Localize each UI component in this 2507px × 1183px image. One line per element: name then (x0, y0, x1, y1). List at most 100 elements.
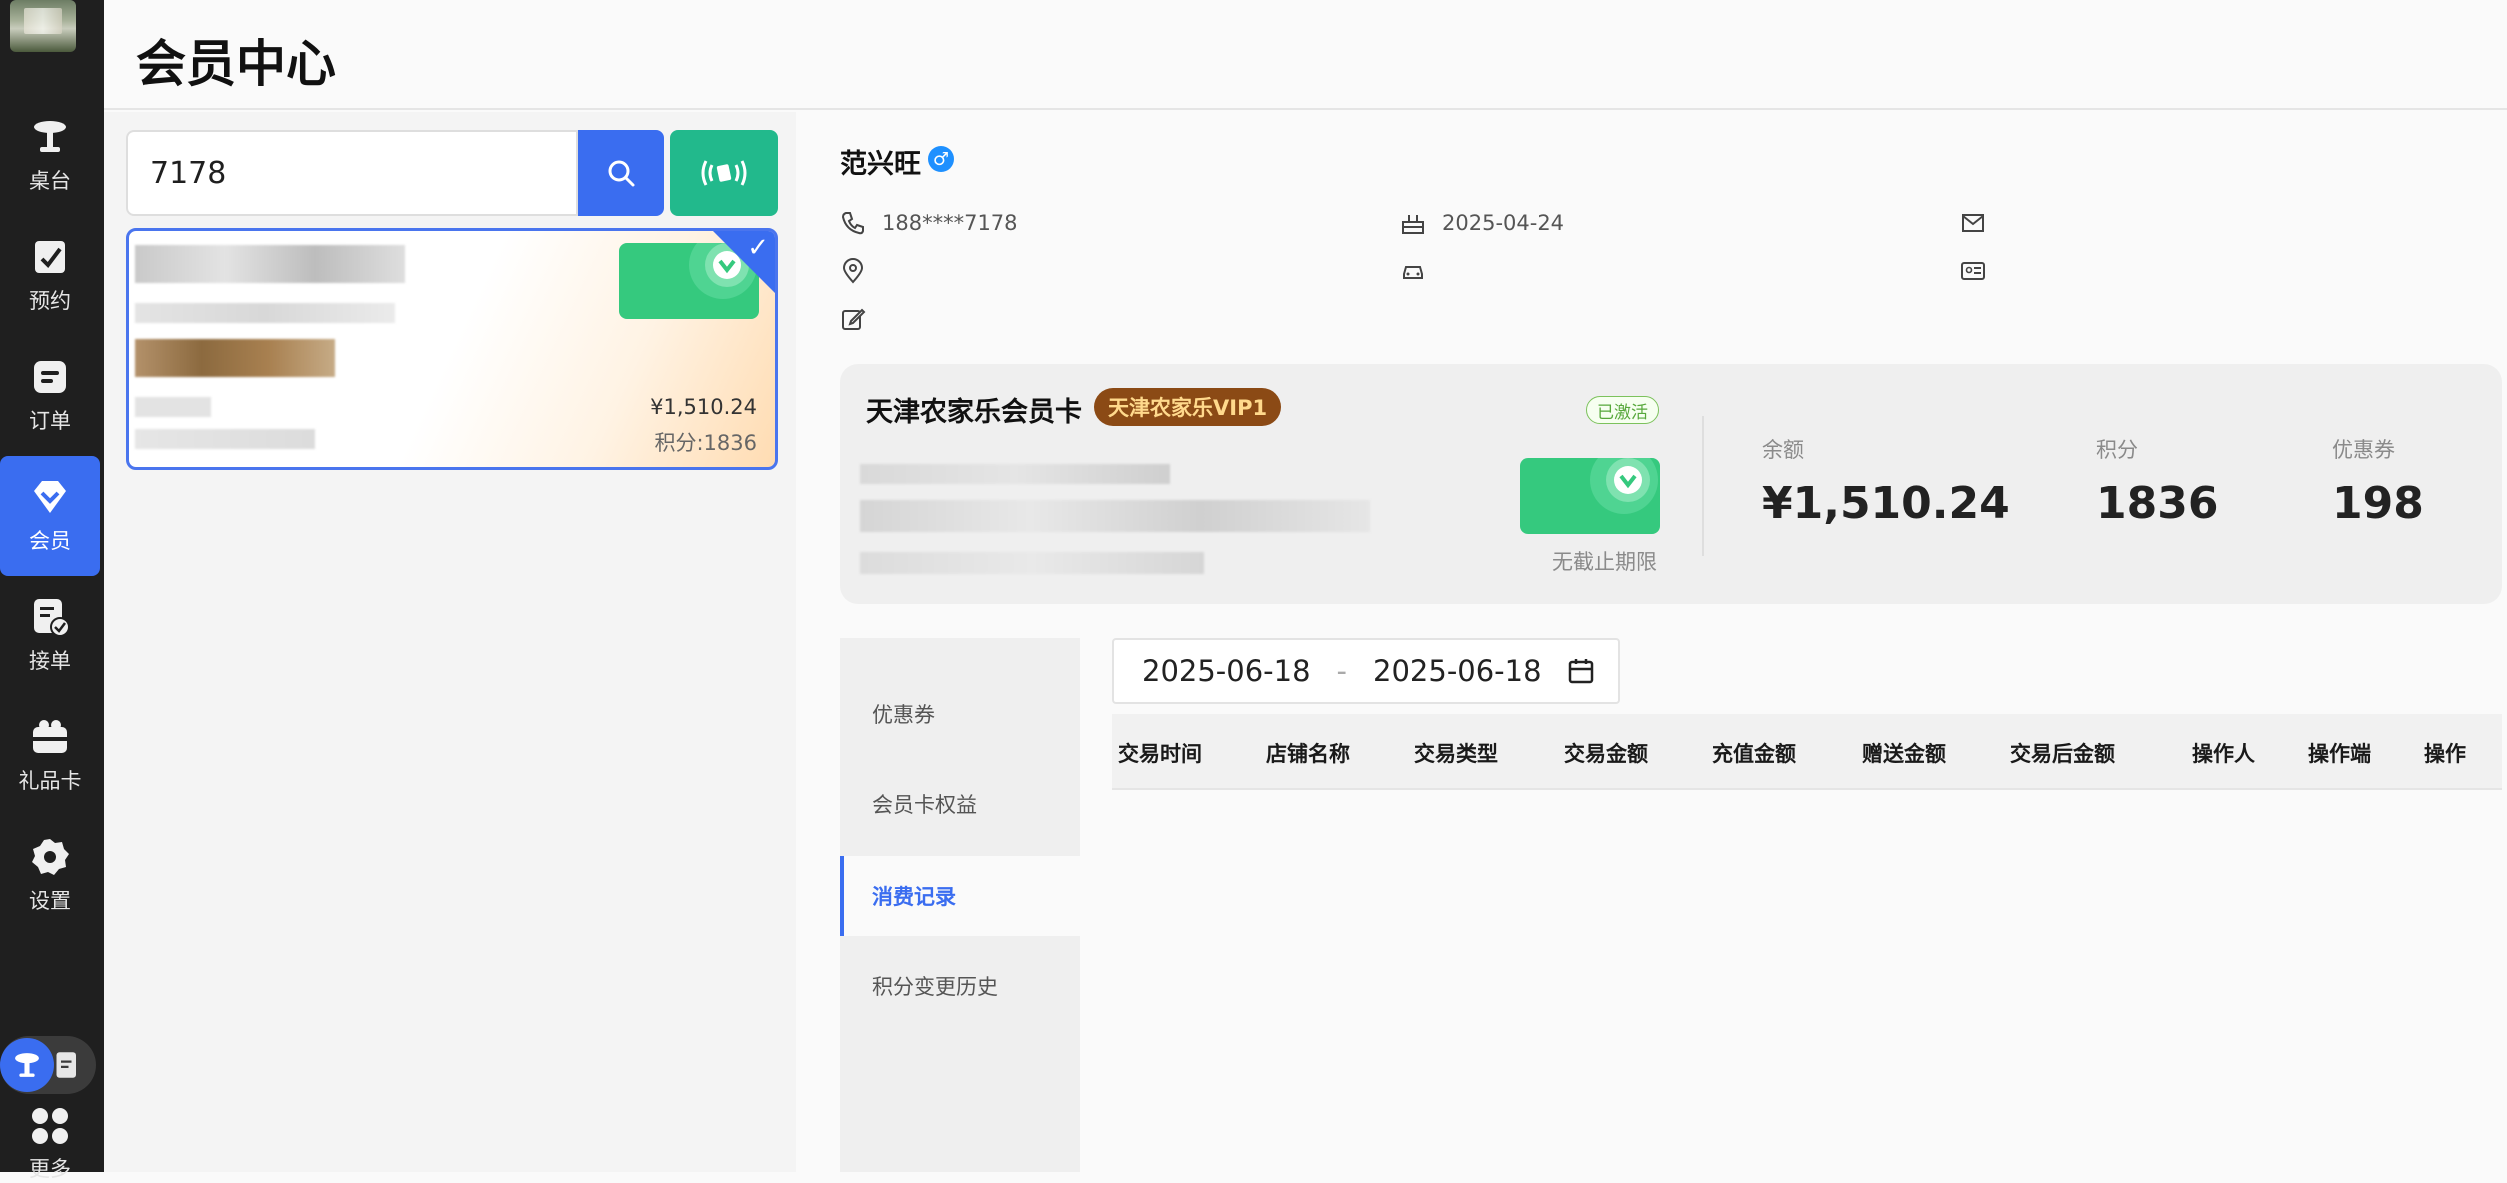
points-label: 积分 (2096, 438, 2138, 462)
member-name: 范兴旺 (840, 149, 921, 180)
date-range-picker[interactable]: 2025-06-18 - 2025-06-18 (1112, 638, 1620, 704)
blurred-phone (135, 303, 395, 323)
records-table-header: 交易时间 店铺名称 交易类型 交易金额 充值金额 赠送金额 交易后金额 操作人 … (1112, 714, 2502, 790)
sidebar-item-reservation[interactable]: 预约 (0, 216, 100, 336)
coupons-label: 优惠券 (2332, 438, 2395, 462)
membership-card-panel: 天津农家乐会员卡 天津农家乐VIP1 已激活 无截止期限 余额 ¥1,510.2… (840, 364, 2502, 604)
phone-row: 188****7178 (840, 210, 1018, 236)
sidebar-item-label: 礼品卡 (18, 769, 82, 793)
sidebar-item-order[interactable]: 订单 (0, 336, 100, 456)
phone-number: 188****7178 (882, 211, 1018, 235)
column-header: 交易类型 (1414, 742, 1498, 766)
card-expiry: 无截止期限 (1552, 550, 1657, 574)
end-date[interactable]: 2025-06-18 (1373, 654, 1542, 688)
sidebar-item-label: 设置 (29, 889, 71, 913)
balance-label: 余额 (1762, 438, 1804, 462)
table-icon (34, 121, 66, 152)
blurred-card-no (135, 429, 315, 449)
id-card-icon (1961, 262, 1985, 280)
birthday-cake-icon (1402, 215, 1424, 234)
sidebar: 桌台 预约 订单 会员 接单 礼品卡 设置 更多 (0, 0, 104, 1181)
balance-value: ¥1,510.24 (1762, 478, 2010, 529)
male-gender-icon: ♂ (928, 146, 954, 172)
sidebar-item-member[interactable]: 会员 (0, 456, 100, 576)
sidebar-item-label: 更多 (29, 1157, 71, 1181)
column-header: 店铺名称 (1266, 742, 1350, 766)
apps-grid-icon (32, 1108, 68, 1144)
card-points: 积分:1836 (654, 431, 757, 455)
sidebar-item-label: 接单 (29, 649, 71, 673)
member-result-card[interactable]: ✓ ¥1,510.24 积分:1836 (126, 228, 778, 470)
store-avatar[interactable] (10, 0, 76, 52)
blurred-card-name (135, 339, 335, 377)
sidebar-item-label: 桌台 (29, 169, 71, 193)
order-icon (34, 361, 66, 393)
mode-toggle[interactable] (0, 1036, 96, 1094)
check-icon: ✓ (747, 233, 769, 263)
column-header: 交易后金额 (2010, 742, 2115, 766)
email-row (1960, 210, 2002, 236)
column-header: 赠送金额 (1862, 742, 1946, 766)
gift-card-icon (33, 720, 67, 753)
member-card-logo-icon (1590, 458, 1658, 514)
location-pin-icon (842, 258, 864, 284)
column-header: 充值金额 (1712, 742, 1796, 766)
blurred-card-number (860, 464, 1170, 484)
member-search-panel: 7178 ✓ ¥1,510.24 积分:1836 (104, 112, 796, 1172)
accept-order-icon (34, 599, 70, 637)
email-icon (1962, 214, 1984, 232)
sidebar-item-gift-card[interactable]: 礼品卡 (0, 696, 100, 816)
coupons-value: 198 (2332, 478, 2424, 529)
sidebar-item-settings[interactable]: 设置 (0, 816, 100, 936)
tab-consumption-records[interactable]: 消费记录 (840, 856, 1080, 936)
birthday-row: 2025-04-24 (1400, 210, 1564, 236)
birthday-value: 2025-04-24 (1442, 211, 1565, 235)
page-header: 会员中心 (104, 0, 2507, 110)
status-badge: 已激活 (1586, 396, 1659, 424)
sidebar-item-table[interactable]: 桌台 (0, 96, 100, 216)
search-input-value: 7178 (150, 155, 227, 191)
sidebar-item-more[interactable]: 更多 (0, 1106, 100, 1183)
phone-icon (841, 212, 864, 235)
card-balance: ¥1,510.24 (650, 395, 757, 419)
order-mode-icon (56, 1052, 76, 1078)
column-header: 操作人 (2192, 742, 2255, 766)
search-input[interactable]: 7178 (126, 130, 578, 216)
settings-icon (32, 839, 69, 875)
id-card-row (1960, 258, 2002, 284)
nfc-icon (701, 160, 747, 186)
address-row (840, 258, 882, 284)
column-header: 操作 (2424, 742, 2466, 766)
reservation-icon (35, 241, 65, 273)
car-row (1400, 258, 1442, 284)
member-icon (34, 481, 66, 513)
sidebar-item-accept-order[interactable]: 接单 (0, 576, 100, 696)
blurred-label (135, 397, 211, 417)
card-level-badge: 天津农家乐VIP1 (1094, 388, 1282, 426)
tab-coupons[interactable]: 优惠券 (840, 674, 1080, 754)
date-separator: - (1336, 654, 1348, 688)
tab-card-benefits[interactable]: 会员卡权益 (840, 764, 1080, 844)
calendar-icon[interactable] (1566, 656, 1596, 686)
sidebar-item-label: 订单 (29, 409, 71, 433)
detail-tabs: 优惠券 会员卡权益 消费记录 积分变更历史 (840, 638, 1080, 1172)
card-thumbnail (1520, 458, 1660, 534)
table-mode-icon (15, 1053, 39, 1077)
search-button[interactable] (578, 130, 664, 216)
column-header: 操作端 (2308, 742, 2371, 766)
edit-row[interactable] (840, 306, 882, 332)
sidebar-item-label: 预约 (29, 289, 71, 313)
blurred-card-date (860, 552, 1204, 574)
search-icon (608, 160, 635, 187)
points-value: 1836 (2096, 478, 2219, 529)
tab-points-history[interactable]: 积分变更历史 (840, 946, 1080, 1026)
card-name: 天津农家乐会员卡 (866, 397, 1082, 428)
edit-icon[interactable] (840, 306, 866, 332)
sidebar-item-label: 会员 (29, 529, 71, 553)
start-date[interactable]: 2025-06-18 (1142, 654, 1311, 688)
page-title: 会员中心 (136, 35, 336, 93)
column-header: 交易金额 (1564, 742, 1648, 766)
car-icon (1403, 266, 1423, 279)
blurred-card-desc (860, 500, 1370, 532)
nfc-read-card-button[interactable] (670, 130, 778, 216)
